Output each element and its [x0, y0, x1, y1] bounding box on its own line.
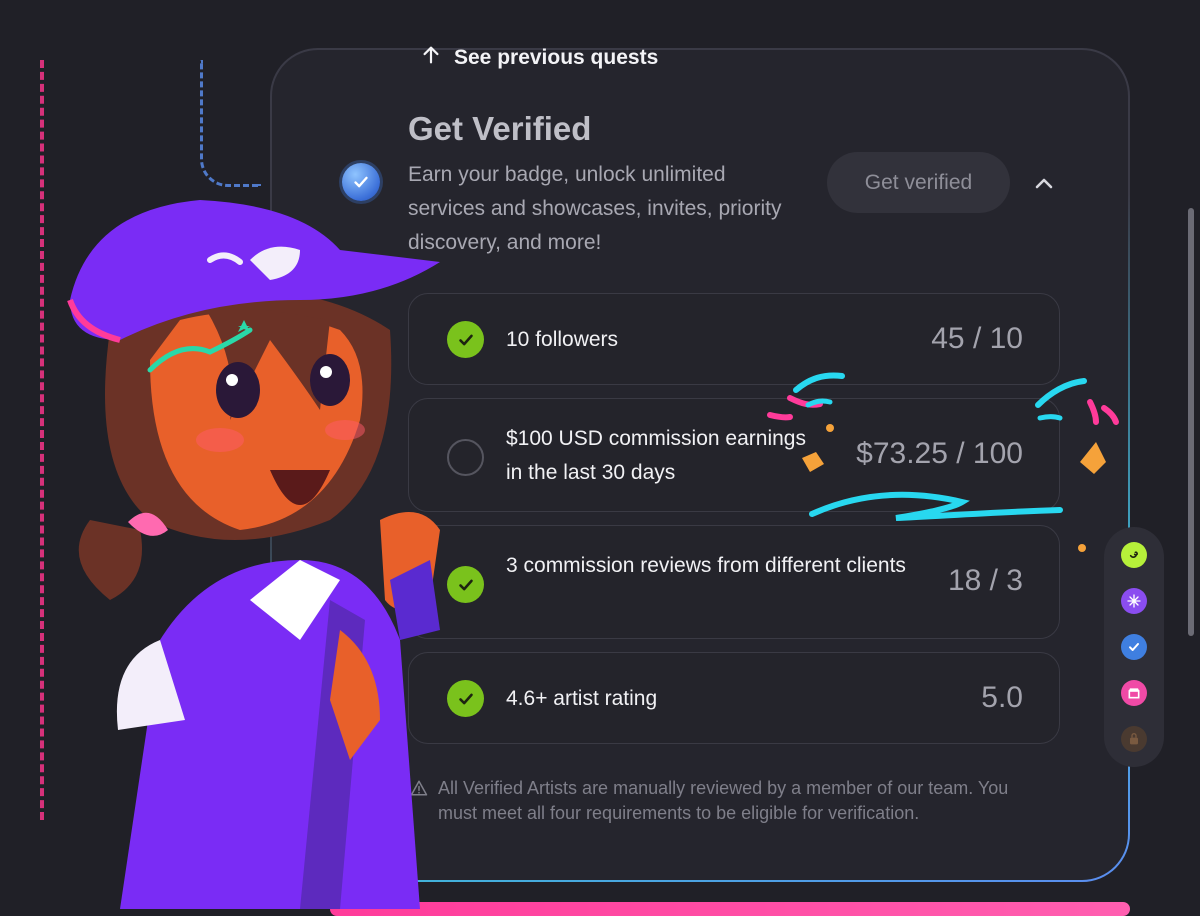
warning-icon [410, 776, 428, 826]
quest-title: Get Verified [408, 110, 592, 147]
decorative-dashed-line-pink [40, 60, 44, 820]
verified-badge-icon [342, 163, 380, 201]
check-complete-icon [447, 321, 484, 358]
requirement-row-followers: 10 followers 45 / 10 [408, 293, 1060, 385]
requirement-progress: 5.0 [981, 681, 1023, 714]
shop-icon[interactable] [1121, 680, 1147, 706]
footnote-text: All Verified Artists are manually review… [438, 778, 1009, 823]
verification-footnote: All Verified Artists are manually review… [410, 776, 1050, 826]
requirement-label: 3 commission reviews from different clie… [506, 554, 906, 577]
decorative-dashed-path-blue [200, 60, 261, 187]
quest-description: Earn your badge, unlock unlimited servic… [408, 163, 782, 254]
locked-bag-icon[interactable] [1121, 726, 1147, 752]
requirement-progress: $73.25 / 100 [856, 437, 1023, 470]
check-complete-icon [447, 680, 484, 717]
requirement-row-rating: 4.6+ artist rating 5.0 [408, 652, 1060, 744]
sparkle-badge-icon[interactable] [1121, 588, 1147, 614]
requirement-row-reviews: 3 commission reviews from different clie… [408, 525, 1060, 639]
collapse-chevron-up-icon[interactable] [1030, 170, 1058, 198]
next-card-edge [330, 902, 1130, 916]
see-previous-quests-link[interactable]: See previous quests [420, 42, 658, 74]
check-complete-icon [447, 566, 484, 603]
get-verified-button[interactable]: Get verified [827, 152, 1010, 213]
requirement-row-earnings: $100 USD commission earnings in the last… [408, 398, 1060, 512]
requirement-label: $100 USD commission earnings in the last… [506, 427, 806, 484]
requirement-progress: 45 / 10 [931, 322, 1023, 355]
page-scrollbar[interactable] [1188, 208, 1194, 636]
requirement-label: 4.6+ artist rating [506, 687, 658, 710]
quest-side-nav [1104, 527, 1164, 767]
see-previous-quests-label: See previous quests [454, 46, 659, 69]
requirement-label: 10 followers [506, 328, 619, 351]
verified-check-icon[interactable] [1121, 634, 1147, 660]
requirement-progress: 18 / 3 [947, 564, 1023, 597]
check-incomplete-icon [447, 439, 484, 476]
arrow-up-icon [420, 44, 442, 72]
quest-lime-icon[interactable] [1121, 542, 1147, 568]
